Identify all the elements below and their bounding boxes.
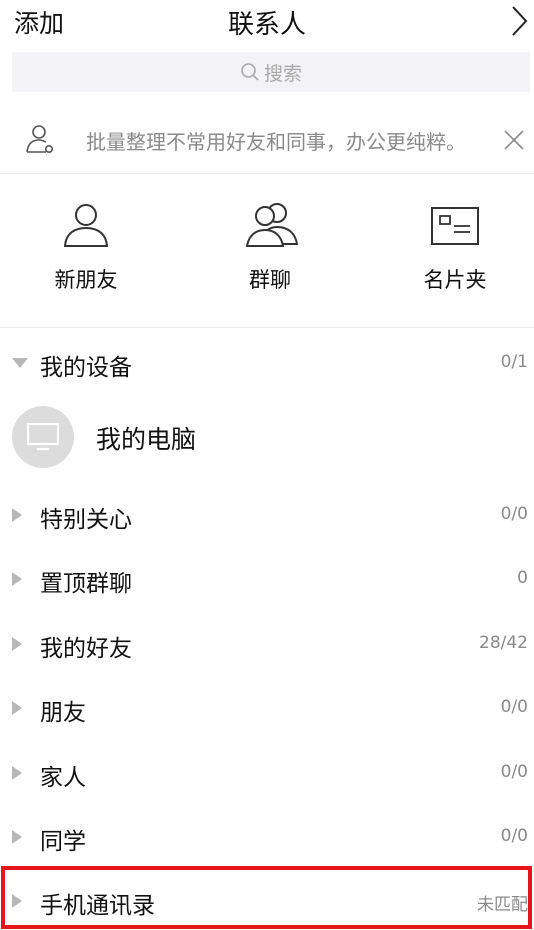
group-count: 0 (517, 568, 528, 588)
shortcut-label: 新朋友 (54, 268, 118, 292)
close-icon[interactable] (502, 128, 526, 152)
search-bar[interactable]: 搜索 (12, 52, 530, 92)
shortcut-label: 名片夹 (423, 268, 487, 292)
group-pinned-chats[interactable]: 置顶群聊 0 (0, 548, 534, 610)
group-icon (245, 203, 299, 247)
group-my-friends[interactable]: 我的好友 28/42 (0, 613, 534, 675)
chevron-right-icon[interactable] (508, 4, 530, 38)
group-count: 0/0 (500, 697, 528, 717)
expand-arrow-icon (12, 508, 22, 522)
notice-banner[interactable]: 批量整理不常用好友和同事，办公更纯粹。 (0, 112, 534, 174)
expand-arrow-icon (12, 830, 22, 844)
avatar (12, 406, 74, 468)
group-count: 0/0 (500, 504, 528, 524)
group-friends[interactable]: 朋友 0/0 (0, 677, 534, 739)
group-my-devices[interactable]: 我的设备 0/1 (0, 332, 534, 394)
highlight-box (1, 866, 532, 929)
new-friends-button[interactable]: 新朋友 (16, 176, 156, 326)
group-name: 我的好友 (40, 636, 132, 662)
group-chat-button[interactable]: 群聊 (200, 176, 340, 326)
group-count: 28/42 (479, 633, 528, 653)
person-icon (63, 204, 109, 247)
monitor-icon (27, 423, 59, 451)
expand-arrow-icon (12, 766, 22, 780)
collapse-arrow-icon (12, 358, 28, 368)
notice-text: 批量整理不常用好友和同事，办公更纯粹。 (86, 130, 466, 154)
expand-arrow-icon (12, 637, 22, 651)
group-classmates[interactable]: 同学 0/0 (0, 806, 534, 868)
group-count: 0/0 (500, 826, 528, 846)
search-icon (241, 63, 259, 81)
organize-contacts-icon (26, 125, 53, 153)
device-my-computer[interactable]: 我的电脑 (0, 400, 534, 476)
group-name: 我的设备 (40, 355, 132, 381)
expand-arrow-icon (12, 572, 22, 586)
group-special-care[interactable]: 特别关心 0/0 (0, 484, 534, 546)
group-name: 置顶群聊 (40, 571, 132, 597)
group-count: 0/1 (500, 352, 528, 372)
group-name: 朋友 (40, 700, 86, 726)
shortcut-row: 新朋友 群聊 名片夹 (0, 176, 534, 328)
device-name: 我的电脑 (96, 425, 197, 454)
search-placeholder: 搜索 (263, 62, 302, 85)
group-name: 特别关心 (40, 507, 132, 533)
group-name: 同学 (40, 829, 86, 855)
shortcut-label: 群聊 (249, 268, 291, 292)
page-title: 联系人 (227, 10, 306, 40)
top-bar: 添加 联系人 (0, 0, 534, 48)
group-count: 0/0 (500, 762, 528, 782)
card-icon (431, 207, 479, 245)
business-card-button[interactable]: 名片夹 (385, 176, 525, 326)
group-name: 家人 (40, 765, 86, 791)
group-family[interactable]: 家人 0/0 (0, 742, 534, 804)
expand-arrow-icon (12, 701, 22, 715)
